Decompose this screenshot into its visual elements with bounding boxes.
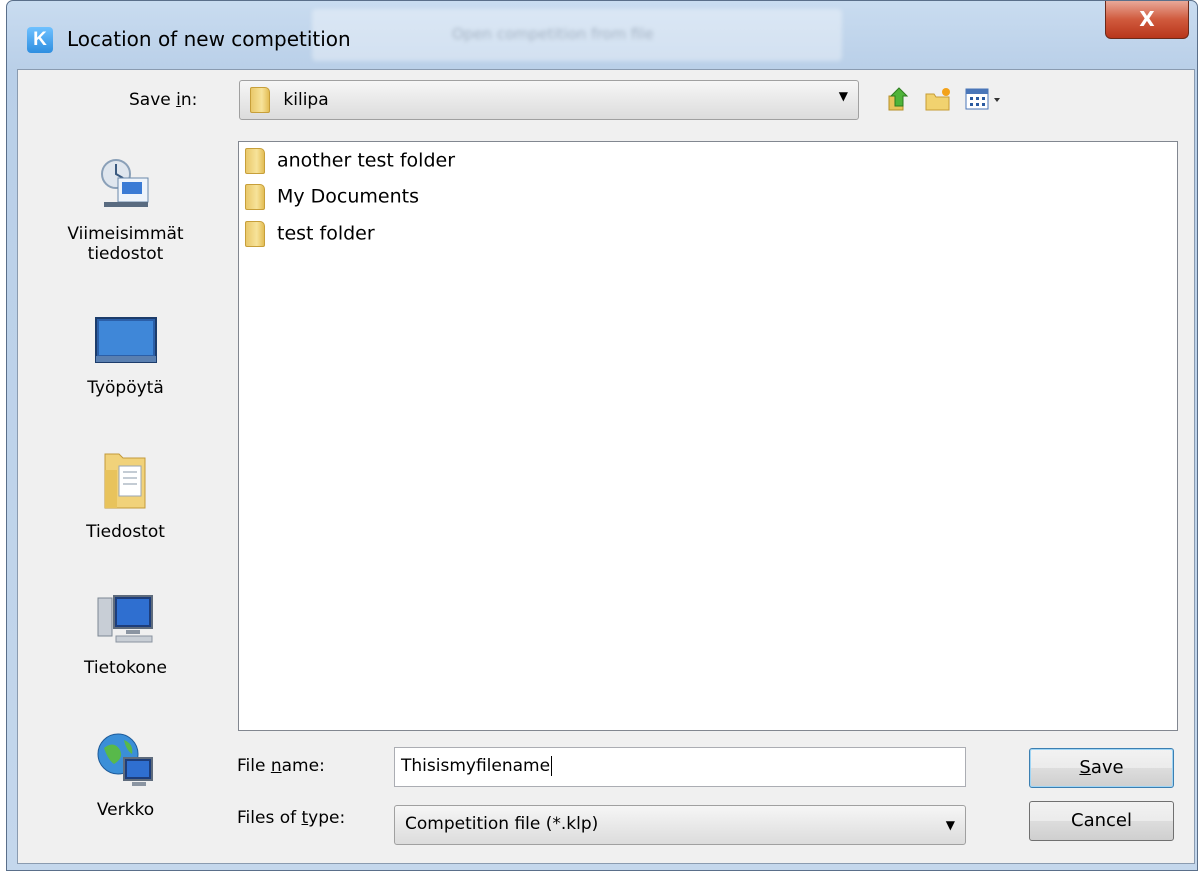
place-network[interactable]: Verkko — [28, 730, 223, 820]
place-label: Viimeisimmät tiedostot — [67, 224, 184, 264]
save-in-value: kilipa — [283, 90, 329, 110]
place-documents[interactable]: Tiedostot — [28, 448, 223, 542]
dialog-client-area: Save in: kilipa ▼ Viimeisimmät tiedostot… — [17, 69, 1195, 864]
computer-icon — [97, 595, 153, 643]
list-item[interactable]: test folder — [245, 221, 375, 253]
dialog-window: Open competition from file K Location of… — [6, 0, 1198, 871]
title-bar[interactable]: Open competition from file K Location of… — [7, 1, 1197, 75]
file-type-value: Competition file (*.klp) — [405, 814, 599, 834]
place-label: Tiedostot — [86, 522, 165, 542]
window-title: Location of new competition — [67, 27, 351, 51]
places-bar: Viimeisimmät tiedostot Työpöytä Tiedosto… — [28, 140, 223, 852]
recent-files-icon — [100, 159, 148, 207]
save-button[interactable]: Save — [1029, 748, 1174, 788]
chevron-down-icon: ▼ — [838, 89, 848, 103]
place-label: Työpöytä — [87, 378, 164, 398]
place-recent-files[interactable]: Viimeisimmät tiedostot — [28, 154, 223, 264]
save-in-dropdown[interactable]: kilipa ▼ — [239, 80, 859, 120]
place-label: Verkko — [96, 800, 155, 820]
folder-icon — [250, 87, 270, 113]
folder-icon — [245, 148, 265, 174]
place-desktop[interactable]: Työpöytä — [28, 316, 223, 398]
save-in-label: Save in: — [129, 90, 198, 110]
file-type-label: Files of type: — [237, 808, 346, 828]
network-icon — [97, 733, 153, 786]
background-window-title: Open competition from file — [312, 9, 842, 61]
close-icon: X — [1139, 7, 1155, 31]
list-item[interactable]: My Documents — [245, 184, 419, 216]
documents-icon — [104, 453, 145, 509]
app-icon: K — [27, 27, 53, 53]
place-label: Tietokone — [84, 658, 167, 678]
cancel-button[interactable]: Cancel — [1029, 801, 1174, 841]
file-name-input[interactable]: Thisismyfilename — [394, 747, 966, 787]
file-name-label: File name: — [237, 756, 325, 776]
view-menu-icon[interactable] — [963, 84, 1007, 114]
file-list[interactable]: another test folder My Documents test fo… — [238, 141, 1178, 731]
list-item[interactable]: another test folder — [245, 148, 455, 180]
folder-icon — [245, 184, 265, 210]
chevron-down-icon: ▼ — [945, 818, 955, 832]
place-computer[interactable]: Tietokone — [28, 592, 223, 678]
folder-icon — [245, 221, 265, 247]
new-folder-icon[interactable] — [923, 84, 953, 114]
up-folder-icon[interactable] — [883, 84, 913, 114]
desktop-icon — [94, 317, 157, 363]
file-type-dropdown[interactable]: Competition file (*.klp) ▼ — [394, 805, 966, 845]
close-button[interactable]: X — [1105, 1, 1189, 39]
